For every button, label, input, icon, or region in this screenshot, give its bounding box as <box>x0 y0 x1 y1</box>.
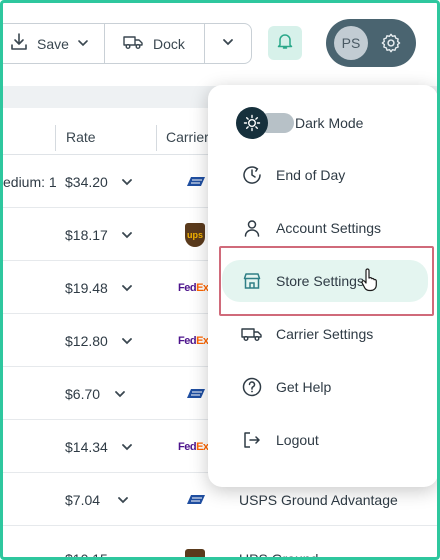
dock-button[interactable]: Dock <box>105 24 205 63</box>
download-icon <box>9 32 29 55</box>
gear-icon[interactable] <box>380 32 402 59</box>
menu-item-end-of-day[interactable]: End of Day <box>222 154 428 196</box>
save-label: Save <box>37 35 69 52</box>
chevron-down-icon[interactable] <box>120 155 134 208</box>
menu-item-logout[interactable]: Logout <box>222 419 428 461</box>
usps-logo-icon <box>186 473 206 526</box>
save-button[interactable]: Save <box>0 24 105 63</box>
help-icon <box>240 375 264 399</box>
logout-icon <box>240 428 264 452</box>
rate-cell: $18.17 <box>65 226 108 243</box>
notifications-button[interactable] <box>268 26 302 60</box>
menu-item-get-help[interactable]: Get Help <box>222 366 428 408</box>
dark-mode-label: Dark Mode <box>295 115 364 131</box>
rate-cell: $6.70 <box>65 385 101 402</box>
column-header-rate[interactable]: Rate <box>66 123 96 151</box>
more-actions-button[interactable] <box>205 24 251 63</box>
rate-cell: $34.20 <box>65 173 108 190</box>
chevron-down-icon[interactable] <box>120 420 134 473</box>
hand-pointer-icon <box>360 268 380 297</box>
usps-logo-icon <box>186 367 206 420</box>
rate-cell: $7.04 <box>65 491 101 508</box>
rate-cell: $19.48 <box>65 279 108 296</box>
menu-item-label: Logout <box>276 432 319 448</box>
ups-logo-icon: ups <box>185 534 205 560</box>
column-divider <box>156 125 157 151</box>
menu-item-label: End of Day <box>276 167 346 183</box>
clock-icon <box>240 163 264 187</box>
chevron-down-icon[interactable] <box>120 208 134 261</box>
chevron-down-icon <box>221 35 235 52</box>
truck-icon <box>240 322 264 346</box>
sun-icon[interactable] <box>236 107 268 139</box>
chevron-down-icon[interactable] <box>120 261 134 314</box>
menu-item-label: Account Settings <box>276 220 382 236</box>
menu-item-label: Get Help <box>276 379 332 395</box>
menu-item-label: Carrier Settings <box>276 326 374 342</box>
service-cell: UPS Ground <box>239 550 319 560</box>
top-toolbar: Save Dock PS <box>0 0 440 86</box>
fedex-logo-icon: Fed Ex <box>178 334 209 347</box>
rate-cell: $14.34 <box>65 438 108 455</box>
fedex-logo-icon: Fed Ex <box>178 281 209 294</box>
menu-item-account-settings[interactable]: Account Settings <box>222 207 428 249</box>
rate-cell: $12.80 <box>65 332 108 349</box>
column-divider <box>55 125 56 151</box>
user-icon <box>240 216 264 240</box>
truck-icon <box>123 34 143 53</box>
bell-icon <box>276 32 294 55</box>
menu-item-carrier-settings[interactable]: Carrier Settings <box>222 313 428 355</box>
usps-logo-icon <box>186 155 206 208</box>
dock-label: Dock <box>153 35 185 52</box>
avatar[interactable]: PS <box>334 26 368 60</box>
store-icon <box>240 269 264 293</box>
rate-cell: $10.15 <box>65 550 108 560</box>
chevron-down-icon[interactable] <box>116 473 130 526</box>
chevron-down-icon[interactable] <box>120 314 134 367</box>
chevron-down-icon[interactable] <box>113 367 127 420</box>
action-button-group: Save Dock <box>0 23 252 64</box>
table-row[interactable]: $10.15 ups UPS Ground <box>3 526 440 560</box>
settings-dropdown-menu: Dark Mode End of Day Account Settings St… <box>208 85 438 487</box>
menu-item-store-settings[interactable]: Store Settings <box>222 260 428 302</box>
menu-item-label: Store Settings <box>276 273 364 289</box>
fedex-logo-icon: Fed Ex <box>178 440 209 453</box>
chevron-down-icon <box>77 36 89 52</box>
service-cell: edium: 1 <box>3 173 57 190</box>
ups-logo-icon: ups <box>185 208 205 261</box>
profile-menu-button[interactable]: PS <box>326 19 416 67</box>
column-header-carrier[interactable]: Carrier <box>166 123 209 151</box>
